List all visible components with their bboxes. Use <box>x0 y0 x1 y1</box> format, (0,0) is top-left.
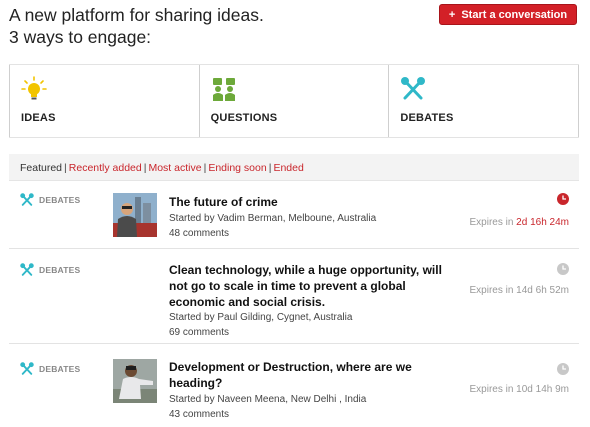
debate-title[interactable]: Clean technology, while a huge opportuni… <box>169 262 442 310</box>
item-meta: Started by Naveen Meena, New Delhi , Ind… <box>169 394 367 422</box>
clock-icon <box>557 193 569 205</box>
filter-ending-soon[interactable]: Ending soon <box>208 162 266 174</box>
list-item: DEBATES The future of crime Started by V… <box>9 181 579 249</box>
category-tag: DEBATES <box>20 193 80 207</box>
start-conversation-button[interactable]: + Start a conversation <box>439 4 577 25</box>
way-debates-label: DEBATES <box>400 112 454 124</box>
comment-count[interactable]: 48 comments <box>169 226 376 241</box>
clock-icon <box>557 263 569 275</box>
category-tag: DEBATES <box>20 263 80 277</box>
filter-bar: Featured | Recently added | Most active | Endi… <box>9 154 579 181</box>
way-debates[interactable]: DEBATES <box>388 65 580 137</box>
list-item: DEBATES Clean technology, while a huge o… <box>9 249 579 344</box>
filter-ended[interactable]: Ended <box>273 162 303 174</box>
filter-featured[interactable]: Featured <box>20 162 62 174</box>
page-headline: A new platform for sharing ideas. 3 ways… <box>9 4 264 48</box>
expiry-time: Expires in 2d 16h 24m <box>469 217 569 228</box>
list-item: DEBATES Development or Destruction, wher… <box>9 344 579 427</box>
headline-line-2: 3 ways to engage: <box>9 27 152 47</box>
author-link[interactable]: Paul Gilding <box>217 312 271 323</box>
category-label: DEBATES <box>39 195 81 205</box>
clock-icon <box>557 363 569 375</box>
debate-title[interactable]: Development or Destruction, where are we… <box>169 359 412 391</box>
microphones-icon <box>20 263 34 276</box>
category-tag: DEBATES <box>20 362 80 376</box>
people-question-icon <box>212 78 235 101</box>
lightbulb-icon <box>21 76 47 100</box>
author-link[interactable]: Naveen Meena <box>217 394 285 405</box>
item-meta: Started by Paul Gilding, Cygnet, Austral… <box>169 312 353 340</box>
microphones-icon <box>20 362 34 375</box>
start-conversation-label: Start a conversation <box>461 8 568 21</box>
microphones-icon <box>401 77 426 100</box>
debate-title[interactable]: The future of crime <box>169 194 278 210</box>
headline-line-1: A new platform for sharing ideas. <box>9 5 264 25</box>
comment-count[interactable]: 69 comments <box>169 325 352 340</box>
way-questions-label: QUESTIONS <box>210 112 278 124</box>
author-photo <box>113 193 157 237</box>
avatar[interactable] <box>113 359 157 403</box>
microphones-icon <box>20 193 34 206</box>
filter-recently-added[interactable]: Recently added <box>69 162 142 174</box>
engagement-types: IDEAS QUESTIONS DEBATES <box>9 64 580 138</box>
comment-count[interactable]: 43 comments <box>169 407 366 422</box>
way-questions[interactable]: QUESTIONS <box>198 65 389 137</box>
category-label: DEBATES <box>39 265 81 275</box>
author-photo <box>113 359 157 403</box>
expiry-time: Expires in 10d 14h 9m <box>469 384 569 395</box>
author-link[interactable]: Vadim Berman <box>217 213 282 224</box>
filter-most-active[interactable]: Most active <box>148 162 201 174</box>
way-ideas[interactable]: IDEAS <box>9 65 199 137</box>
item-meta: Started by Vadim Berman, Melboune, Austr… <box>169 213 377 241</box>
expiry-time: Expires in 14d 6h 52m <box>469 285 569 296</box>
plus-icon: + <box>448 8 456 21</box>
avatar[interactable] <box>113 193 157 237</box>
category-label: DEBATES <box>39 364 81 374</box>
way-ideas-label: IDEAS <box>21 112 56 124</box>
